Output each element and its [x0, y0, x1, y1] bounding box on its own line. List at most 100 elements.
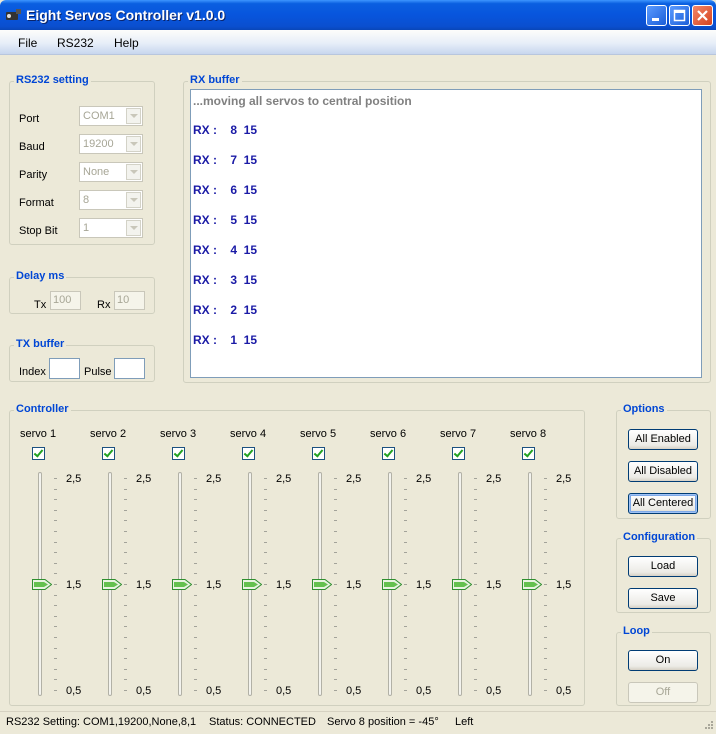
- save-button[interactable]: Save: [628, 588, 698, 609]
- all-enabled-button[interactable]: All Enabled: [628, 429, 698, 450]
- slider-tick: [544, 690, 547, 691]
- servo-slider-thumb[interactable]: [102, 579, 122, 590]
- slider-tick: [544, 626, 547, 628]
- slider-tick: [264, 531, 267, 532]
- menu-help[interactable]: Help: [114, 36, 139, 50]
- servo-slider-thumb[interactable]: [452, 579, 472, 590]
- slider-tick: [194, 541, 197, 543]
- format-select[interactable]: 8: [79, 190, 143, 210]
- servo-slider-thumb[interactable]: [172, 579, 192, 590]
- stop-bit-select[interactable]: 1: [79, 218, 143, 238]
- slider-scale-label: 2,5: [206, 473, 222, 485]
- slider-tick: [264, 552, 267, 554]
- chevron-down-icon: [126, 220, 141, 236]
- slider-tick: [264, 615, 267, 617]
- slider-tick: [194, 658, 197, 660]
- slider-tick: [194, 520, 197, 522]
- all-centered-button[interactable]: All Centered: [628, 493, 698, 514]
- slider-scale-label: 0,5: [416, 685, 432, 697]
- servo-slider-thumb[interactable]: [242, 579, 262, 590]
- slider-tick: [334, 573, 337, 575]
- stop-bit-label: Stop Bit: [19, 225, 58, 237]
- delay-group: Delay ms Tx 100 Rx 10: [9, 270, 155, 314]
- servo-enable-checkbox[interactable]: [312, 447, 325, 460]
- rs232-setting-group: RS232 setting Port COM1 Baud 19200 Parit…: [9, 74, 155, 245]
- rx-delay-input[interactable]: 10: [114, 291, 145, 310]
- slider-tick: [334, 552, 337, 554]
- slider-scale-label: 1,5: [136, 579, 152, 591]
- slider-tick: [474, 605, 477, 607]
- slider-tick: [124, 594, 127, 596]
- rx-buffer-textarea[interactable]: ...moving all servos to central position…: [190, 89, 702, 378]
- slider-tick: [54, 647, 57, 649]
- slider-tick: [124, 499, 127, 501]
- menu-file[interactable]: File: [18, 36, 37, 50]
- controller-group: Controller: [9, 403, 585, 706]
- slider-scale-label: 0,5: [66, 685, 82, 697]
- all-disabled-button[interactable]: All Disabled: [628, 461, 698, 482]
- slider-tick: [404, 668, 407, 670]
- slider-tick: [474, 499, 477, 501]
- tx-delay-input[interactable]: 100: [50, 291, 81, 310]
- minimize-button[interactable]: [646, 5, 667, 26]
- slider-tick: [334, 541, 337, 543]
- parity-select[interactable]: None: [79, 162, 143, 182]
- slider-tick: [194, 626, 197, 628]
- rx-delay-value: 10: [117, 294, 130, 306]
- slider-tick: [124, 488, 127, 490]
- close-button[interactable]: [692, 5, 713, 26]
- slider-tick: [124, 478, 127, 479]
- servo-enable-checkbox[interactable]: [452, 447, 465, 460]
- load-button[interactable]: Load: [628, 556, 698, 577]
- slider-tick: [474, 668, 477, 670]
- slider-tick: [124, 658, 127, 660]
- slider-tick: [334, 520, 337, 522]
- status-direction: Left: [455, 716, 474, 728]
- resize-grip-icon[interactable]: [702, 720, 714, 732]
- slider-tick: [194, 605, 197, 607]
- slider-tick: [404, 541, 407, 543]
- controller-title: Controller: [14, 403, 71, 415]
- rx-line: RX : 7 15: [193, 153, 258, 167]
- slider-scale-label: 0,5: [556, 685, 572, 697]
- slider-tick: [474, 562, 477, 564]
- slider-scale-label: 2,5: [276, 473, 292, 485]
- servo-enable-checkbox[interactable]: [382, 447, 395, 460]
- menu-rs232[interactable]: RS232: [57, 36, 94, 50]
- servo-slider-thumb[interactable]: [32, 579, 52, 590]
- maximize-button[interactable]: [669, 5, 690, 26]
- title-bar[interactable]: Eight Servos Controller v1.0.0: [0, 0, 716, 30]
- servo-enable-checkbox[interactable]: [172, 447, 185, 460]
- port-select[interactable]: COM1: [79, 106, 143, 126]
- slider-tick: [194, 647, 197, 649]
- slider-tick: [54, 615, 57, 617]
- slider-tick: [264, 647, 267, 649]
- servo-enable-checkbox[interactable]: [32, 447, 45, 460]
- slider-tick: [404, 658, 407, 660]
- slider-tick: [544, 499, 547, 501]
- slider-tick: [544, 531, 547, 532]
- pulse-input[interactable]: [114, 358, 145, 379]
- servo-slider-thumb[interactable]: [522, 579, 542, 590]
- tx-buffer-group: TX buffer Index Pulse: [9, 338, 155, 382]
- servo-enable-checkbox[interactable]: [242, 447, 255, 460]
- chevron-down-icon: [126, 164, 141, 180]
- configuration-group: Configuration Load Save: [616, 531, 711, 613]
- servo-enable-checkbox[interactable]: [102, 447, 115, 460]
- slider-tick: [334, 488, 337, 490]
- rx-buffer-header: ...moving all servos to central position: [193, 94, 412, 108]
- slider-scale-label: 2,5: [66, 473, 82, 485]
- slider-scale-label: 0,5: [136, 685, 152, 697]
- slider-tick: [404, 552, 407, 554]
- servo-slider-thumb[interactable]: [312, 579, 332, 590]
- port-label: Port: [19, 113, 40, 125]
- servo-enable-checkbox[interactable]: [522, 447, 535, 460]
- slider-tick: [474, 520, 477, 522]
- loop-title: Loop: [621, 625, 652, 637]
- index-input[interactable]: [49, 358, 80, 379]
- loop-on-button[interactable]: On: [628, 650, 698, 671]
- slider-tick: [124, 690, 127, 691]
- loop-off-button[interactable]: Off: [628, 682, 698, 703]
- baud-select[interactable]: 19200: [79, 134, 143, 154]
- servo-slider-thumb[interactable]: [382, 579, 402, 590]
